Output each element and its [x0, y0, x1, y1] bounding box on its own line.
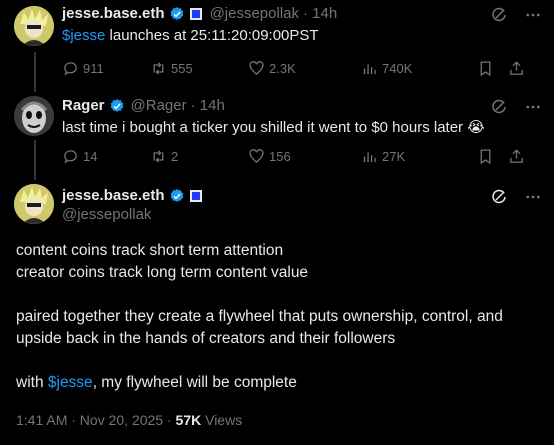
views-icon — [363, 151, 376, 162]
thread-line — [34, 140, 36, 180]
avatar[interactable] — [14, 96, 54, 136]
repost-button[interactable]: 555 — [150, 60, 248, 77]
repost-icon — [153, 61, 164, 75]
views-icon — [363, 63, 376, 74]
body-line: paired together they create a flywheel t… — [16, 308, 503, 325]
display-name[interactable]: jesse.base.eth — [62, 5, 165, 22]
reply-count: 911 — [83, 60, 104, 76]
like-count: 2.3K — [269, 60, 296, 76]
repost-count: 2 — [171, 148, 179, 164]
repost-button[interactable]: 2 — [150, 148, 248, 165]
more-icon[interactable] — [524, 98, 542, 116]
views-count: 57K — [175, 412, 202, 428]
tweet-text: last time i bought a ticker you shilled … — [62, 119, 485, 136]
handle[interactable]: @Rager — [131, 97, 187, 114]
grok-icon[interactable] — [490, 188, 508, 206]
thread-line — [34, 52, 36, 92]
grok-icon[interactable] — [490, 98, 508, 116]
views-count: 27K — [382, 148, 406, 164]
tweet-meta: 1:41 AM · Nov 20, 2025 · 57K Views — [16, 412, 242, 428]
views-button[interactable]: 740K — [361, 60, 477, 77]
tweet-body: content coins track short term attention… — [16, 240, 503, 394]
grok-icon[interactable] — [490, 6, 508, 24]
like-icon — [249, 148, 264, 163]
repost-count: 555 — [171, 60, 193, 76]
reply-icon — [64, 61, 77, 76]
like-icon — [249, 60, 264, 75]
like-button[interactable]: 2.3K — [248, 60, 361, 77]
body-text: with — [16, 374, 48, 391]
tweet-text: $jesse launches at 25:11:20:09:00PST — [62, 26, 319, 46]
body-line: upside back in the hands of creators and… — [16, 330, 396, 347]
like-button[interactable]: 156 — [248, 148, 361, 165]
views-count: 740K — [382, 60, 413, 76]
timestamp[interactable]: 1:41 AM · Nov 20, 2025 · — [16, 412, 176, 428]
repost-icon — [153, 149, 164, 163]
verified-badge-icon — [170, 188, 183, 202]
handle[interactable]: @jessepollak — [62, 206, 151, 223]
timestamp[interactable]: · 14h — [303, 5, 337, 22]
bookmark-icon[interactable] — [477, 60, 494, 77]
ticker-link[interactable]: $jesse — [48, 374, 93, 391]
affiliate-badge-icon — [189, 7, 202, 20]
reply-button[interactable]: 911 — [62, 60, 150, 77]
verified-badge-icon — [170, 6, 183, 20]
display-name[interactable]: jesse.base.eth — [62, 187, 165, 204]
display-name[interactable]: Rager — [62, 97, 105, 114]
ticker-link[interactable]: $jesse — [62, 27, 105, 44]
more-icon[interactable] — [524, 6, 542, 24]
more-icon[interactable] — [524, 188, 542, 206]
bookmark-icon[interactable] — [477, 148, 494, 165]
timestamp[interactable]: · 14h — [191, 97, 225, 114]
affiliate-badge-icon — [189, 189, 202, 202]
views-label: Views — [201, 412, 243, 428]
body-line: creator coins track long term content va… — [16, 264, 309, 281]
verified-badge-icon — [110, 98, 123, 112]
share-icon[interactable] — [508, 148, 525, 165]
reply-button[interactable]: 14 — [62, 148, 150, 165]
body-line: with $jesse, my flywheel will be complet… — [16, 372, 503, 394]
body-line: content coins track short term attention — [16, 242, 284, 259]
body-text: , my flywheel will be complete — [92, 374, 297, 391]
handle[interactable]: @jessepollak — [210, 5, 299, 22]
share-icon[interactable] — [508, 60, 525, 77]
reply-count: 14 — [83, 148, 98, 164]
tweet-text-body: launches at 25:11:20:09:00PST — [105, 27, 319, 44]
avatar[interactable] — [14, 184, 54, 224]
avatar[interactable] — [14, 6, 54, 46]
views-button[interactable]: 27K — [361, 148, 477, 165]
reply-icon — [64, 149, 77, 164]
like-count: 156 — [269, 148, 291, 164]
